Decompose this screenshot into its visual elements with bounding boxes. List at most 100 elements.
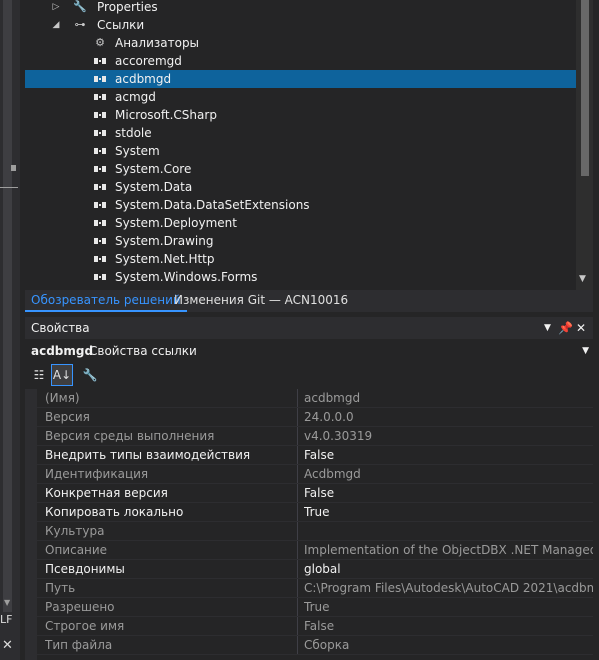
property-value[interactable]: True <box>304 598 593 617</box>
tree-node-reference[interactable]: Microsoft.CSharp <box>25 106 576 124</box>
tree-node-reference[interactable]: stdole <box>25 124 576 142</box>
categorized-view-icon[interactable]: ☷ <box>29 365 49 385</box>
property-value[interactable]: True <box>304 503 593 522</box>
column-separator[interactable] <box>297 389 298 408</box>
wrench-icon: 🔧 <box>73 0 87 13</box>
property-name: Описание <box>45 543 108 557</box>
property-row[interactable]: Идентификация Acdbmgd <box>25 465 593 484</box>
analyzer-icon: ⚙ <box>95 36 105 49</box>
assembly-reference-icon <box>93 54 107 68</box>
column-separator[interactable] <box>297 541 298 560</box>
tree-node-analyzers[interactable]: ⚙ Анализаторы <box>25 34 576 52</box>
tree-node-reference[interactable]: System.Data.DataSetExtensions <box>25 196 576 214</box>
column-separator[interactable] <box>297 579 298 598</box>
column-separator[interactable] <box>297 503 298 522</box>
property-row[interactable]: Внедрить типы взаимодействия False <box>25 446 593 465</box>
tree-node-reference[interactable]: acmgd <box>25 88 576 106</box>
tree-node-reference[interactable]: System.Data <box>25 178 576 196</box>
tree-node-reference[interactable]: System.Deployment <box>25 214 576 232</box>
property-name: Версия <box>45 410 90 424</box>
scroll-down-icon[interactable]: ▼ <box>579 274 586 284</box>
property-value[interactable]: acdbmgd <box>304 389 593 408</box>
property-name: Путь <box>45 581 76 595</box>
property-row[interactable]: Культура <box>25 522 593 541</box>
column-separator[interactable] <box>297 427 298 446</box>
line-ending-indicator[interactable]: LF <box>0 613 12 626</box>
solution-explorer: ▷ 🔧 Properties ◢ ⊶ Ссылки ⚙ Анализаторы … <box>25 0 593 290</box>
property-row[interactable]: Тип файла Сборка <box>25 636 593 655</box>
property-value[interactable]: global <box>304 560 593 579</box>
property-value[interactable]: False <box>304 484 593 503</box>
property-name: Внедрить типы взаимодействия <box>45 448 251 462</box>
property-name: Культура <box>45 524 105 538</box>
column-separator[interactable] <box>297 560 298 579</box>
tree-node-reference[interactable]: System.Core <box>25 160 576 178</box>
column-separator[interactable] <box>297 636 298 655</box>
property-name: Версия среды выполнения <box>45 429 215 443</box>
column-separator[interactable] <box>297 617 298 636</box>
property-value[interactable]: v4.0.30319 <box>304 427 593 446</box>
scrollbar-thumb[interactable] <box>581 0 589 176</box>
tree-node-label: acdbmgd <box>115 72 172 86</box>
property-row[interactable]: Псевдонимы global <box>25 560 593 579</box>
assembly-reference-icon <box>93 198 107 212</box>
property-row[interactable]: Копировать локально True <box>25 503 593 522</box>
property-row[interactable]: Описание Implementation of the ObjectDBX … <box>25 541 593 560</box>
property-value[interactable]: False <box>304 446 593 465</box>
property-row[interactable]: Путь C:\Program Files\Autodesk\AutoCAD 20… <box>25 579 593 598</box>
chevron-down-icon[interactable]: ▼ <box>582 341 589 361</box>
pin-icon[interactable]: 📌 <box>558 317 573 339</box>
assembly-reference-icon <box>93 90 107 104</box>
property-name: Разрешено <box>45 600 115 614</box>
property-row[interactable]: (Имя) acdbmgd <box>25 389 593 408</box>
column-separator[interactable] <box>297 465 298 484</box>
divider <box>0 187 18 188</box>
tab-solution-explorer[interactable]: Обозреватель решений <box>25 290 187 312</box>
alphabetical-sort-icon[interactable]: A↓ <box>51 364 73 386</box>
property-name: Конкретная версия <box>45 486 168 500</box>
tree-node-label: Microsoft.CSharp <box>115 108 217 122</box>
panel-menu-icon[interactable]: ▼ <box>544 317 551 339</box>
column-separator[interactable] <box>297 522 298 541</box>
property-value[interactable]: Acdbmgd <box>304 465 593 484</box>
scroll-down-arrow-icon[interactable]: ▼ <box>4 598 10 607</box>
tree-scrollbar[interactable]: ▼ <box>576 0 593 290</box>
left-scrollbar[interactable] <box>3 0 12 612</box>
tree-node-reference[interactable]: accoremgd <box>25 52 576 70</box>
object-selector[interactable]: acdbmgd Свойства ссылки ▼ <box>25 341 593 361</box>
property-name: Псевдонимы <box>45 562 125 576</box>
tree-node-reference[interactable]: acdbmgd <box>25 70 576 88</box>
tree-node-properties[interactable]: ▷ 🔧 Properties <box>25 0 576 16</box>
property-pages-wrench-icon[interactable]: 🔧 <box>80 365 100 385</box>
column-separator[interactable] <box>297 408 298 427</box>
close-icon[interactable]: ✕ <box>2 638 13 653</box>
property-value[interactable]: Implementation of the ObjectDBX .NET Man… <box>304 541 593 560</box>
tree-node-reference[interactable]: System.Windows.Forms <box>25 268 576 286</box>
property-row[interactable]: Версия среды выполнения v4.0.30319 <box>25 427 593 446</box>
property-row[interactable]: Разрешено True <box>25 598 593 617</box>
property-row[interactable]: Строгое имя False <box>25 617 593 636</box>
property-value[interactable]: 24.0.0.0 <box>304 408 593 427</box>
tree-node-references[interactable]: ◢ ⊶ Ссылки <box>25 16 576 34</box>
tree-node-label: stdole <box>115 126 152 140</box>
property-row[interactable]: Конкретная версия False <box>25 484 593 503</box>
column-separator[interactable] <box>297 484 298 503</box>
collapse-arrow-icon[interactable]: ◢ <box>51 16 61 34</box>
tree-node-reference[interactable]: System.Net.Http <box>25 250 576 268</box>
assembly-reference-icon <box>93 162 107 176</box>
tree-node-label: Анализаторы <box>115 36 200 50</box>
expand-arrow-icon[interactable]: ▷ <box>51 0 61 16</box>
row-divider <box>37 654 593 655</box>
column-separator[interactable] <box>297 598 298 617</box>
tree-node-reference[interactable]: System.Drawing <box>25 232 576 250</box>
tree-node-reference[interactable]: System <box>25 142 576 160</box>
property-value[interactable]: False <box>304 617 593 636</box>
property-value[interactable]: Сборка <box>304 636 593 655</box>
scroll-marker <box>11 165 16 171</box>
tab-git-changes[interactable]: Изменения Git — ACN10016 <box>168 290 354 312</box>
column-separator[interactable] <box>297 446 298 465</box>
close-icon[interactable]: ✕ <box>576 317 586 339</box>
tree-node-label: System.Core <box>115 162 192 176</box>
property-row[interactable]: Версия 24.0.0.0 <box>25 408 593 427</box>
property-value[interactable]: C:\Program Files\Autodesk\AutoCAD 2021\a… <box>304 579 593 598</box>
